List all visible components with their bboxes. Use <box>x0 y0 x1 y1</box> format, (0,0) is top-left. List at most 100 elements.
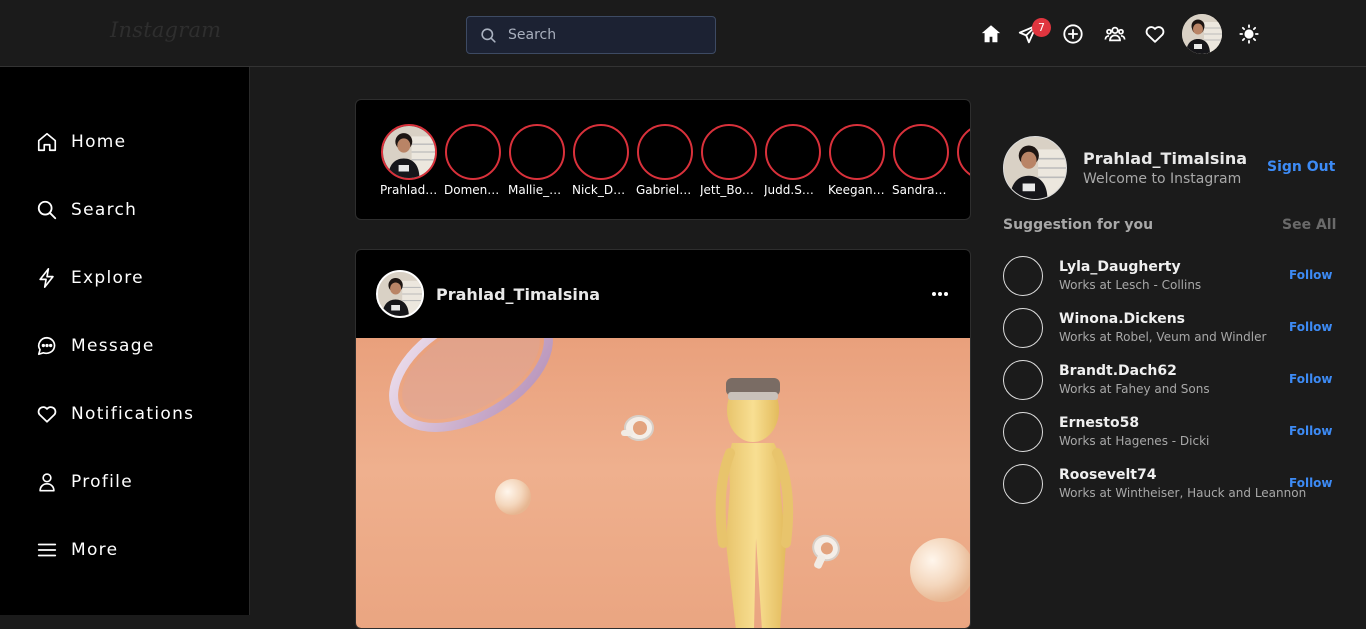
search-icon <box>481 27 496 43</box>
story-item[interactable]: A <box>956 124 970 197</box>
suggestion-item: Brandt.Dach62 Works at Fahey and Sons Fo… <box>1003 360 1333 402</box>
story-username: Nick_Dennis <box>572 183 630 197</box>
suggestion-description: Works at Wintheiser, Hauck and Leannon <box>1059 486 1307 500</box>
suggestion-description: Works at Lesch - Collins <box>1059 278 1202 292</box>
story-item[interactable]: Nick_Dennis <box>572 124 630 197</box>
sidebar-item-notifications[interactable]: Notifications <box>36 400 194 428</box>
story-avatar <box>765 124 821 180</box>
suggestion-item: Winona.Dickens Works at Robel, Veum and … <box>1003 308 1333 350</box>
heart-icon[interactable] <box>1143 22 1167 46</box>
stories-bar: Prahlad_Timalsina Domenick Mallie_Schmid… <box>355 99 971 220</box>
story-item[interactable]: Mallie_Schmidt <box>508 124 566 197</box>
suggestion-avatar[interactable] <box>1003 464 1043 504</box>
suggestion-item: Roosevelt74 Works at Wintheiser, Hauck a… <box>1003 464 1333 506</box>
suggestion-avatar[interactable] <box>1003 412 1043 452</box>
suggestion-avatar[interactable] <box>1003 360 1043 400</box>
story-username: A <box>956 183 970 197</box>
welcome-text: Welcome to Instagram <box>1083 171 1242 187</box>
sidebar-item-search[interactable]: Search <box>36 196 137 224</box>
current-user-name[interactable]: Prahlad_Timalsina <box>1083 149 1247 168</box>
user-icon <box>39 473 55 492</box>
suggestion-description: Works at Fahey and Sons <box>1059 382 1210 396</box>
sidebar-item-label: Explore <box>71 268 144 288</box>
story-avatar <box>893 124 949 180</box>
follow-button[interactable]: Follow <box>1289 268 1333 282</box>
more-horizontal-icon[interactable] <box>926 284 954 304</box>
sidebar-item-label: Profile <box>71 472 133 492</box>
story-avatar <box>445 124 501 180</box>
sign-out-button[interactable]: Sign Out <box>1267 159 1335 175</box>
sidebar-item-explore[interactable]: Explore <box>36 264 144 292</box>
follow-button[interactable]: Follow <box>1289 476 1333 490</box>
sidebar-item-label: More <box>71 540 119 560</box>
current-user-avatar[interactable] <box>1003 136 1067 200</box>
story-avatar <box>509 124 565 180</box>
sidebar-item-profile[interactable]: Profile <box>36 468 133 496</box>
lightning-icon <box>39 268 54 288</box>
suggestion-item: Ernesto58 Works at Hagenes - Dicki Follo… <box>1003 412 1333 454</box>
story-username: Jett_Botsford <box>700 183 758 197</box>
chat-bubble-icon <box>37 336 56 356</box>
story-avatar <box>637 124 693 180</box>
sidebar-item-label: Notifications <box>71 404 195 424</box>
suggestion-username[interactable]: Brandt.Dach62 <box>1059 363 1177 379</box>
story-item[interactable]: Keegan.Kerluke <box>828 124 886 197</box>
story-avatar <box>701 124 757 180</box>
story-avatar <box>381 124 437 180</box>
post-author-avatar[interactable] <box>376 270 424 318</box>
story-item[interactable]: Judd.Swift <box>764 124 822 197</box>
message-count-badge: 7 <box>1032 18 1051 37</box>
story-username: Judd.Swift <box>764 183 822 197</box>
see-all-link[interactable]: See All <box>1282 217 1336 233</box>
search-bar[interactable] <box>466 16 716 54</box>
story-username: Mallie_Schmidt <box>508 183 566 197</box>
story-username: Domenick <box>444 183 502 197</box>
sidebar-item-home[interactable]: Home <box>36 128 126 156</box>
suggestion-avatar[interactable] <box>1003 308 1043 348</box>
follow-button[interactable]: Follow <box>1289 372 1333 386</box>
follow-button[interactable]: Follow <box>1289 320 1333 334</box>
search-input[interactable] <box>508 27 708 43</box>
suggestion-username[interactable]: Winona.Dickens <box>1059 311 1185 327</box>
menu-icon <box>37 543 57 557</box>
suggestion-username[interactable]: Ernesto58 <box>1059 415 1139 431</box>
story-username: Sandra_Bode <box>892 183 950 197</box>
suggestion-username[interactable]: Roosevelt74 <box>1059 467 1156 483</box>
sidebar-item-message[interactable]: Message <box>36 332 155 360</box>
suggestion-description: Works at Hagenes - Dicki <box>1059 434 1210 448</box>
suggestions-title: Suggestion for you <box>1003 217 1154 233</box>
search-icon <box>37 200 57 220</box>
avatar[interactable] <box>1182 14 1222 54</box>
people-icon[interactable] <box>1103 22 1127 46</box>
sidebar-item-label: Home <box>71 132 127 152</box>
instagram-logo[interactable]: Instagram <box>110 18 221 42</box>
sidebar-item-label: Search <box>71 200 138 220</box>
home-icon[interactable] <box>979 22 1003 46</box>
post-image[interactable] <box>356 338 970 628</box>
story-avatar <box>829 124 885 180</box>
story-avatar <box>957 124 970 180</box>
sidebar-item-more[interactable]: More <box>36 536 118 564</box>
suggestion-username[interactable]: Lyla_Daugherty <box>1059 259 1181 275</box>
suggestion-description: Works at Robel, Veum and Windler <box>1059 330 1267 344</box>
story-item[interactable]: Domenick <box>444 124 502 197</box>
story-item[interactable]: Jett_Botsford <box>700 124 758 197</box>
post-card: Prahlad_Timalsina <box>355 249 971 629</box>
sidebar: Home Search Explore Message Notification… <box>0 67 250 615</box>
story-username: Prahlad_Timalsina <box>380 183 438 197</box>
top-header: Instagram 7 <box>0 0 1366 67</box>
story-avatar <box>573 124 629 180</box>
suggestion-item: Lyla_Daugherty Works at Lesch - Collins … <box>1003 256 1333 298</box>
heart-icon <box>37 406 57 423</box>
sun-icon[interactable] <box>1237 22 1261 46</box>
sidebar-item-label: Message <box>71 336 155 356</box>
post-author-username[interactable]: Prahlad_Timalsina <box>436 285 600 304</box>
story-item[interactable]: Prahlad_Timalsina <box>380 124 438 197</box>
story-item[interactable]: Gabriel_Hills <box>636 124 694 197</box>
story-item[interactable]: Sandra_Bode <box>892 124 950 197</box>
story-username: Gabriel_Hills <box>636 183 694 197</box>
add-post-icon[interactable] <box>1061 22 1085 46</box>
suggestion-avatar[interactable] <box>1003 256 1043 296</box>
follow-button[interactable]: Follow <box>1289 424 1333 438</box>
story-username: Keegan.Kerluke <box>828 183 886 197</box>
